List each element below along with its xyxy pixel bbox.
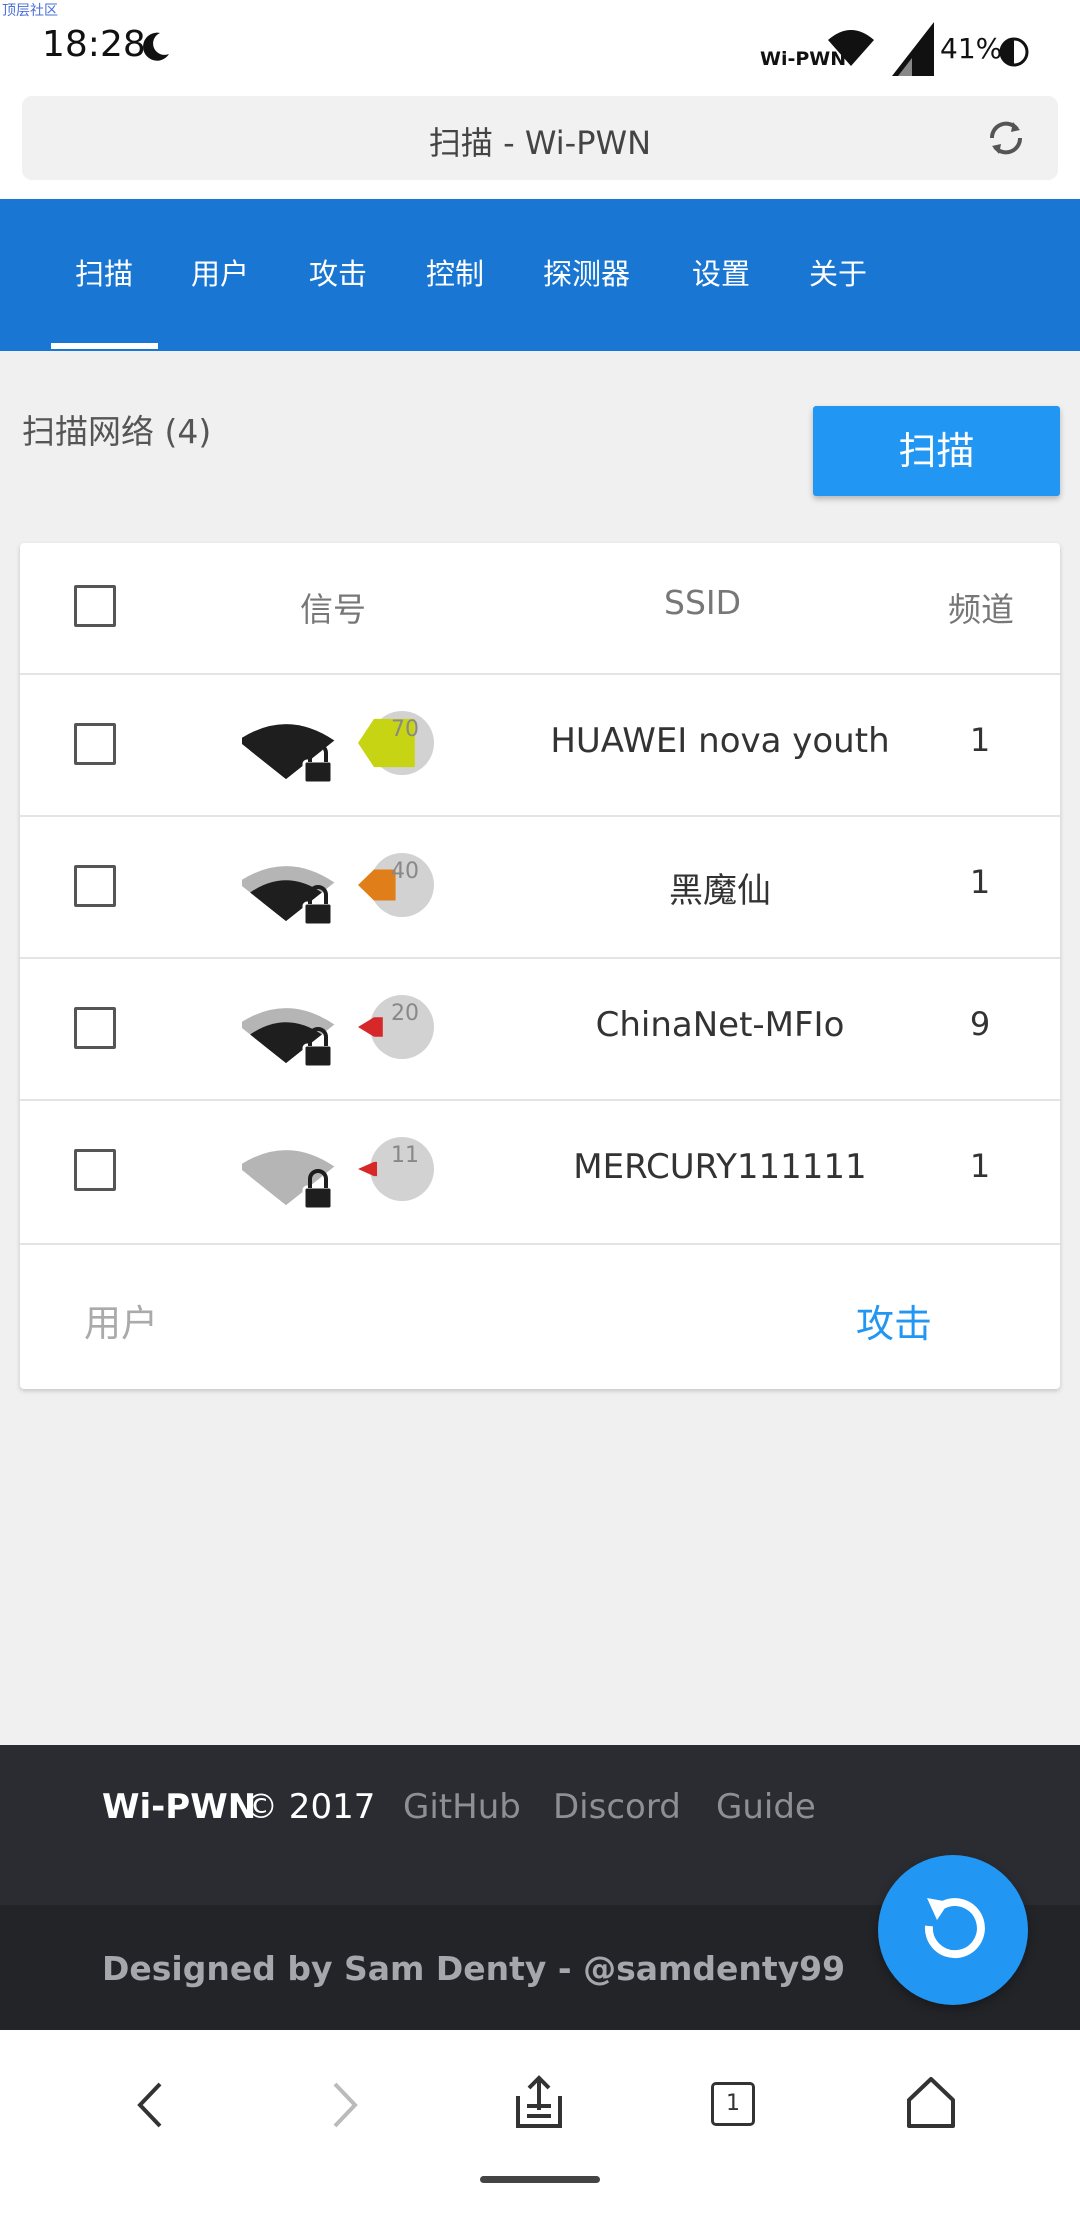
network-channel: 1 <box>969 721 991 759</box>
tab-detector[interactable]: 探测器 <box>543 251 630 293</box>
network-checkbox[interactable] <box>74 1007 116 1049</box>
wifi-bar <box>262 1036 310 1063</box>
network-table: 信号 SSID 频道 70 HUAWEI nova youth 1 40 黑魔仙 1 20 C… <box>20 543 1060 1389</box>
signal-percent: 11 <box>391 1143 419 1168</box>
network-row[interactable]: 11 MERCURY111111 1 <box>20 1099 1060 1243</box>
home-icon[interactable] <box>904 2074 958 2130</box>
signal-percent: 70 <box>391 717 419 742</box>
wifi-bar <box>262 752 310 779</box>
network-ssid: 黑魔仙 <box>669 871 771 911</box>
network-checkbox[interactable] <box>74 1149 116 1191</box>
signal-percent: 40 <box>391 859 419 884</box>
designer-credit: Designed by Sam Denty - @samdenty99 <box>102 1949 846 1988</box>
github-link[interactable]: GitHub <box>403 1787 521 1827</box>
signal-icon <box>892 22 934 76</box>
nav-tabs: 扫描 用户 攻击 控制 探测器 设置 关于 <box>0 199 1080 351</box>
moon-icon <box>143 32 169 61</box>
reload-icon[interactable] <box>984 116 1028 160</box>
tab-control[interactable]: 控制 <box>426 251 484 293</box>
wifi-bar <box>262 1178 310 1205</box>
tab-users[interactable]: 用户 <box>191 251 249 293</box>
network-row[interactable]: 40 黑魔仙 1 <box>20 815 1060 959</box>
tab-settings[interactable]: 设置 <box>692 251 750 293</box>
lock-icon <box>302 1185 334 1211</box>
address-bar[interactable]: 扫描 - Wi-PWN <box>22 96 1058 180</box>
network-channel: 1 <box>969 863 991 901</box>
network-checkbox[interactable] <box>74 723 116 765</box>
network-checkbox[interactable] <box>74 865 116 907</box>
battery-text: 41% <box>940 32 1003 65</box>
lock-icon <box>302 759 334 785</box>
forward-icon[interactable] <box>325 2080 365 2130</box>
scan-button[interactable]: 扫描 <box>813 406 1060 496</box>
corner-tag: 顶层社区 <box>2 3 58 19</box>
page-title: 扫描 - Wi-PWN <box>428 124 652 162</box>
home-indicator[interactable] <box>480 2176 600 2183</box>
guide-link[interactable]: Guide <box>716 1787 816 1827</box>
back-icon[interactable] <box>130 2080 170 2130</box>
share-icon[interactable] <box>512 2074 566 2130</box>
network-row[interactable]: 70 HUAWEI nova youth 1 <box>20 673 1060 817</box>
status-time: 18:28 <box>42 24 146 65</box>
tab-about[interactable]: 关于 <box>809 251 867 293</box>
status-bar: 顶层社区 18:28 Wi-PWN 41% <box>0 0 1080 95</box>
lock-icon <box>302 1043 334 1069</box>
tab-attack[interactable]: 攻击 <box>309 251 367 293</box>
active-tab-indicator <box>51 343 158 349</box>
tabs-button[interactable]: 1 <box>711 2082 755 2126</box>
browser-bottom-bar: 1 <box>0 2030 1080 2220</box>
network-channel: 9 <box>969 1005 991 1043</box>
wifi-bar <box>262 894 310 921</box>
footer-brand: Wi-PWN <box>102 1787 257 1827</box>
refresh-icon <box>924 1898 985 1959</box>
header-ssid: SSID <box>664 583 742 622</box>
scan-networks-heading: 扫描网络 (4) <box>22 412 212 451</box>
attack-link[interactable]: 攻击 <box>856 1293 932 1348</box>
network-ssid: HUAWEI nova youth <box>550 721 890 761</box>
header-signal: 信号 <box>300 590 366 629</box>
header-channel: 频道 <box>948 590 1014 629</box>
signal-percent: 20 <box>391 1001 419 1026</box>
lock-icon <box>302 901 334 927</box>
select-all-checkbox[interactable] <box>74 585 116 627</box>
network-channel: 1 <box>969 1147 991 1185</box>
tab-scan[interactable]: 扫描 <box>75 251 133 293</box>
card-actions: 用户 攻击 <box>20 1243 1060 1391</box>
users-link[interactable]: 用户 <box>84 1293 158 1347</box>
network-ssid: ChinaNet-MFIo <box>595 1005 845 1045</box>
network-ssid: MERCURY111111 <box>573 1147 867 1187</box>
discord-link[interactable]: Discord <box>553 1787 681 1827</box>
footer-copyright: © 2017 <box>244 1787 376 1827</box>
network-row[interactable]: 20 ChinaNet-MFIo 9 <box>20 957 1060 1101</box>
wifi-icon <box>828 30 874 66</box>
battery-icon <box>999 37 1029 67</box>
reload-fab[interactable] <box>878 1855 1028 2005</box>
